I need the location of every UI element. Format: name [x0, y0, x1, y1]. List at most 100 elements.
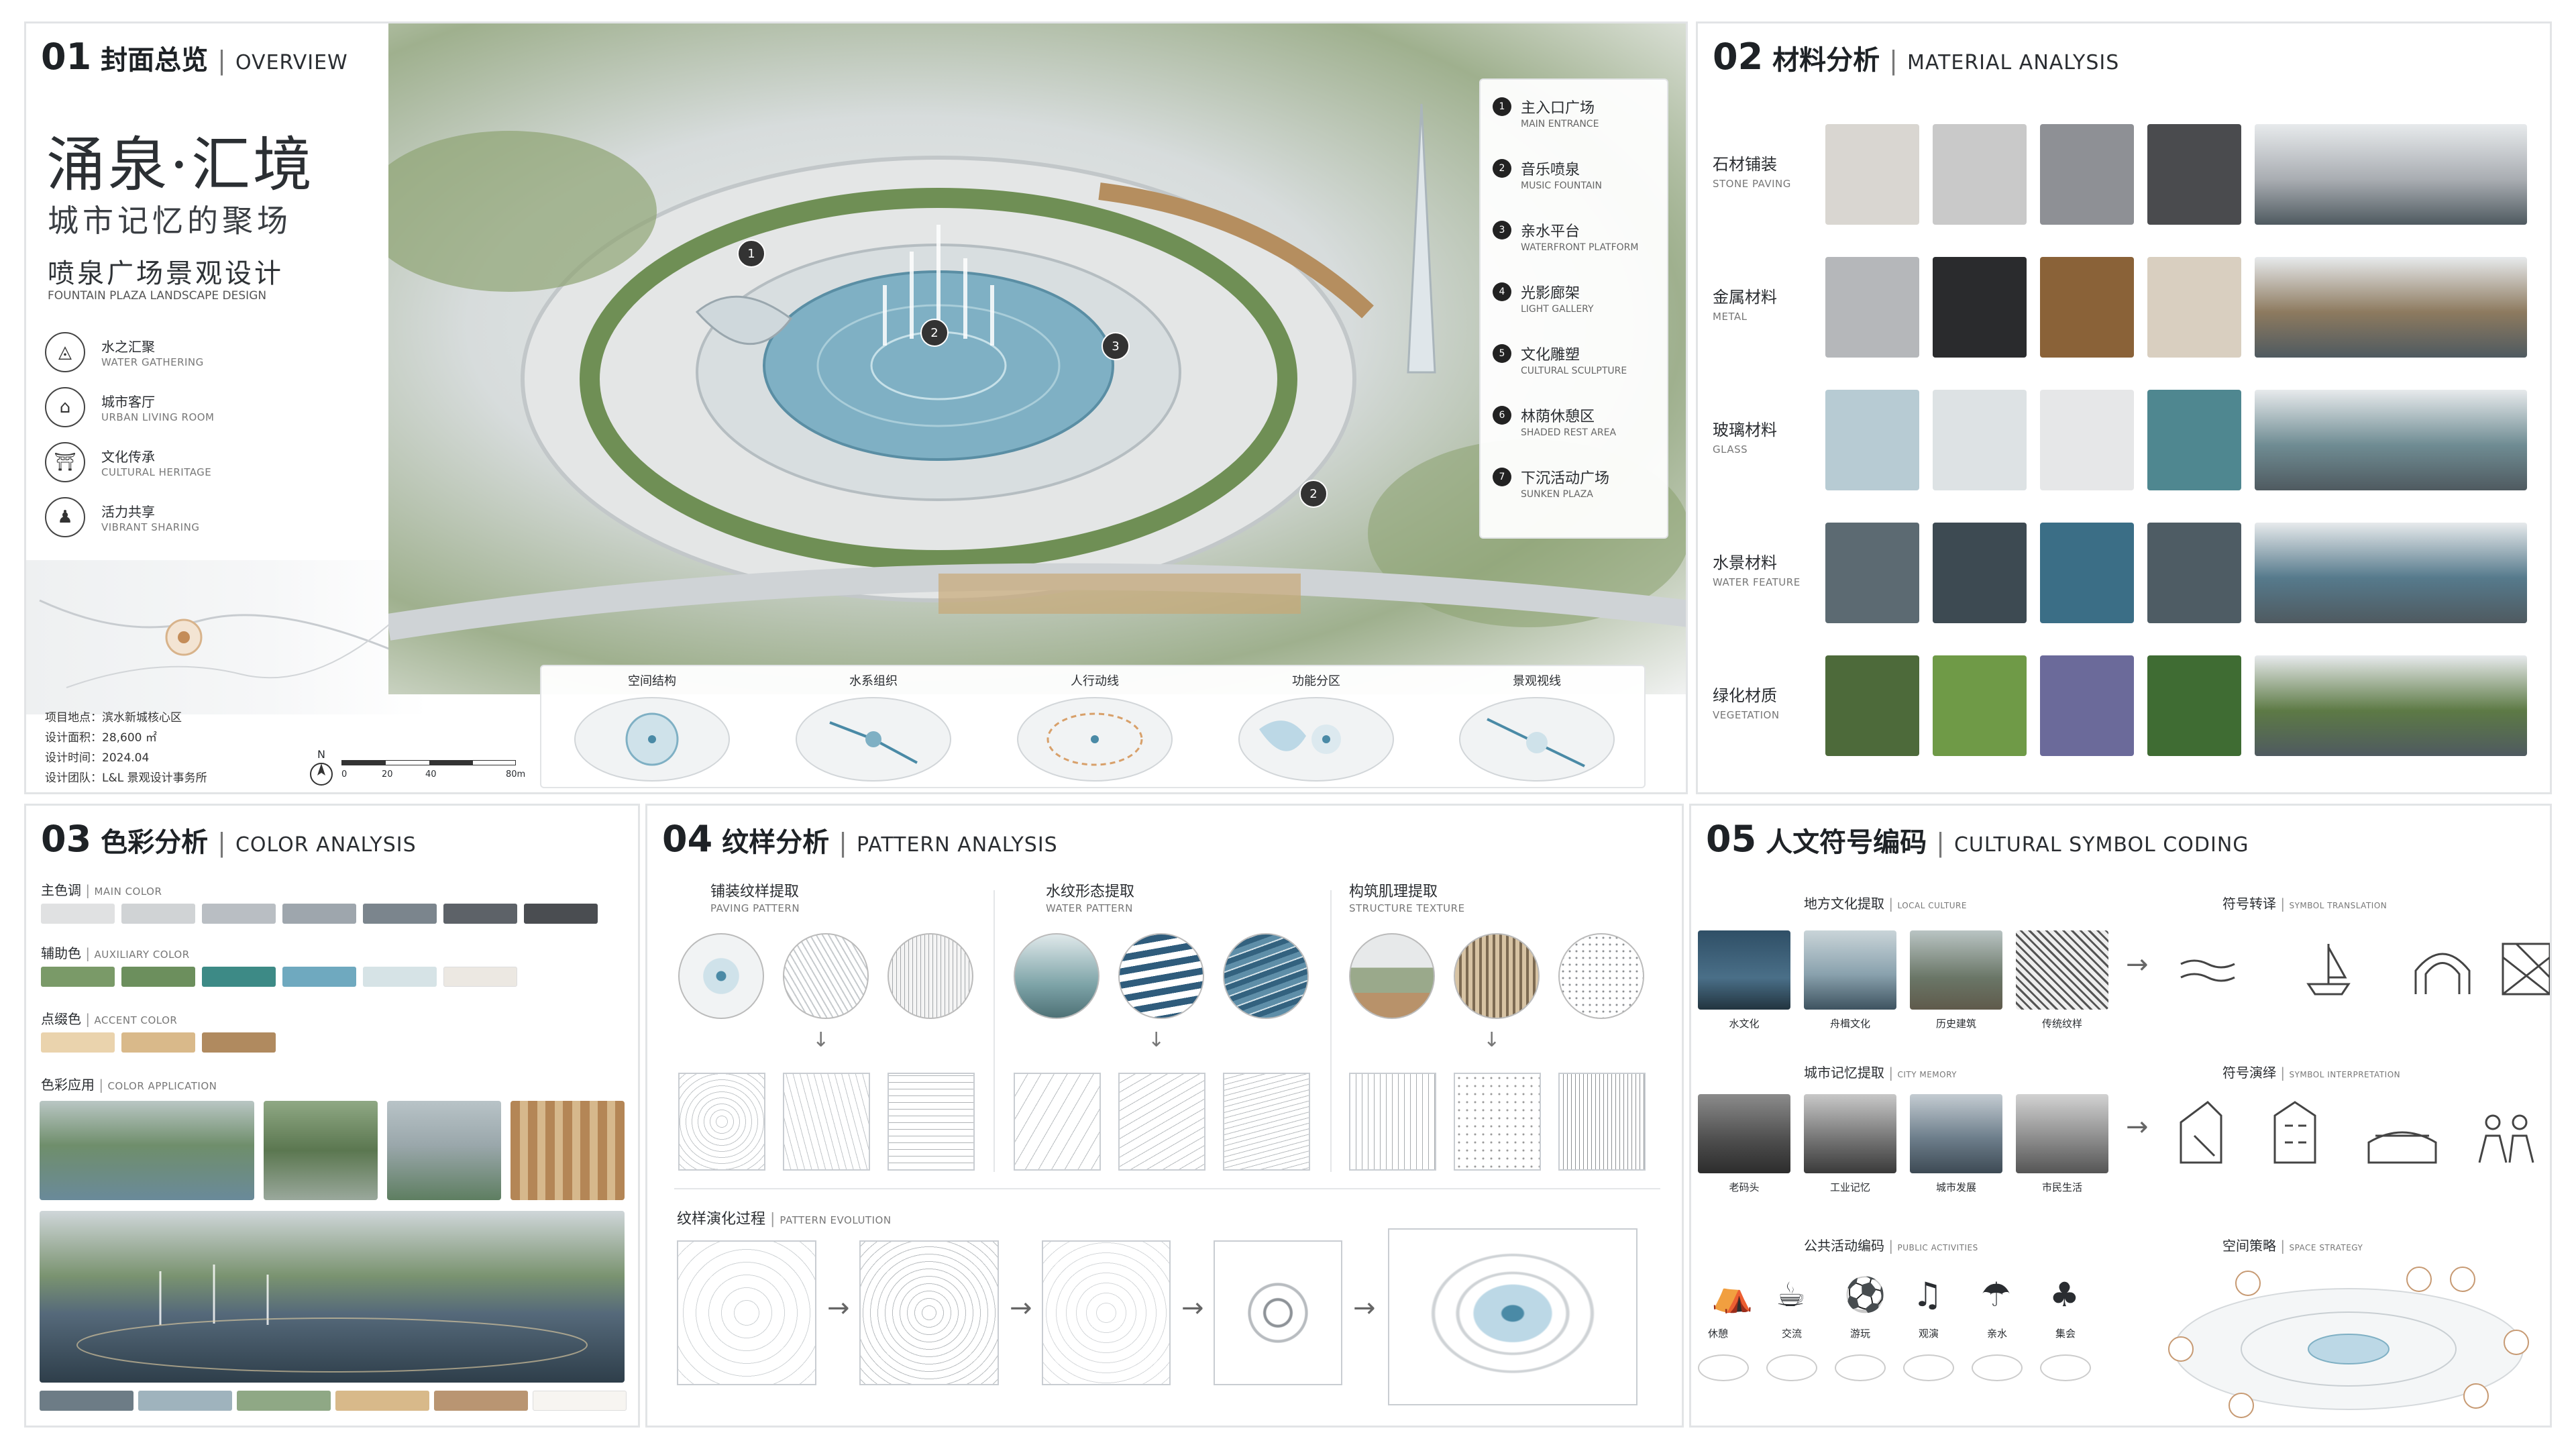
legend-label-en: SUNKEN PLAZA — [1521, 489, 1593, 500]
culture-photo — [1804, 930, 1896, 1010]
down-arrow-icon: ↓ — [1483, 1028, 1501, 1052]
material-label-en: METAL — [1713, 311, 1748, 323]
activity-item: ♫ 观演 — [1903, 1275, 1970, 1409]
pattern-circle — [678, 933, 764, 1019]
people-symbol-icon — [2485, 1114, 2501, 1130]
legend-box: 1 主入口广场 MAIN ENTRANCE 2 音乐喷泉 MUSIC FOUNT… — [1479, 78, 1668, 539]
activity-caption: 亲水 — [1986, 1328, 2007, 1340]
evolution-final — [1388, 1228, 1638, 1405]
activity-diagram — [1972, 1354, 2023, 1381]
material-swatch — [1933, 257, 2027, 358]
color-swatch — [121, 1032, 195, 1053]
color-swatch — [443, 967, 517, 987]
main-color-swatches — [41, 904, 618, 926]
concept-label-en: WATER GATHERING — [101, 356, 204, 368]
diagram-graphic — [796, 697, 951, 782]
material-swatch — [2147, 390, 2241, 490]
material-label: 玻璃材料 — [1713, 421, 1777, 439]
material-swatch — [1825, 523, 1919, 623]
diagram-item: 景观视线 — [1427, 666, 1647, 790]
legend-label: 主入口广场 — [1521, 100, 1595, 117]
evolution-en: PATTERN EVOLUTION — [780, 1214, 892, 1226]
activity-item: ♣ 集会 — [2040, 1275, 2107, 1409]
diagram-item: 功能分区 — [1205, 666, 1427, 790]
color-swatch — [41, 967, 115, 987]
material-photo — [2255, 655, 2527, 756]
memory-caption: 城市发展 — [1935, 1181, 1976, 1193]
section-title: 色彩分析 — [101, 827, 209, 858]
color-photo — [511, 1101, 625, 1200]
diagram-label: 人行动线 — [1071, 674, 1119, 688]
scale-tick: 80m — [506, 769, 526, 780]
activity-caption: 游玩 — [1849, 1328, 1870, 1340]
concept-label: 活力共享 — [101, 504, 155, 520]
legend-label: 林荫休憩区 — [1521, 409, 1595, 425]
pattern-circle — [1558, 933, 1644, 1019]
pattern-col-title: 构筑肌理提取 — [1349, 883, 1438, 900]
evolution-step — [677, 1240, 816, 1385]
main-color-label: 主色调 | MAIN COLOR — [41, 882, 162, 898]
section-title-en: OVERVIEW — [235, 51, 348, 74]
symbol-translation-icons — [2180, 943, 2550, 996]
pattern-circle — [1223, 933, 1309, 1019]
culture-photo — [1910, 930, 2002, 1010]
divider: | — [217, 828, 226, 857]
color-swatch — [121, 967, 195, 987]
space-strategy-en: SPACE STRATEGY — [2289, 1243, 2363, 1252]
section-number: 03 — [41, 818, 92, 860]
diagram-graphic — [574, 697, 730, 782]
evolution-step — [859, 1240, 999, 1385]
memory-caption: 工业记忆 — [1829, 1181, 1870, 1193]
material-swatch — [2040, 390, 2134, 490]
water-play-icon: ☂ — [1981, 1275, 2011, 1314]
pattern-circle — [888, 933, 973, 1019]
concept-item: ◬ 水之汇聚 WATER GATHERING — [45, 332, 300, 387]
material-label-en: STONE PAVING — [1713, 178, 1791, 190]
material-row: 绿化材质 VEGETATION — [1698, 655, 2550, 763]
info-date: 设计时间：2024.04 — [45, 751, 150, 765]
material-photo — [2255, 523, 2527, 623]
evolution-label: 纹样演化过程 | PATTERN EVOLUTION — [677, 1211, 892, 1228]
boat-symbol-icon — [2306, 944, 2351, 996]
panel-overview: 01 封面总览 | OVERVIEW 涌泉·汇境 城市记忆的聚场 喷泉广场景观设… — [24, 21, 1688, 794]
color-hero-photo — [40, 1211, 625, 1383]
material-swatch — [2040, 257, 2134, 358]
activity-diagram — [1835, 1354, 1886, 1381]
culture-caption: 水文化 — [1729, 1018, 1760, 1030]
legend-item: 4 光影廊架 LIGHT GALLERY — [1493, 280, 1655, 341]
symbol-interp-icons — [2180, 1101, 2534, 1164]
culture-caption: 舟楫文化 — [1829, 1018, 1870, 1030]
scale-tick: 20 — [382, 769, 393, 780]
accent-color-cn: 点缀色 — [41, 1011, 81, 1027]
bottom-color-strip — [40, 1391, 627, 1413]
arrow-right-icon: → — [1181, 1293, 1204, 1324]
info-area: 设计面积：28,600 ㎡ — [45, 731, 157, 745]
material-photo — [2255, 257, 2527, 358]
activity-caption: 观演 — [1918, 1328, 1939, 1340]
color-swatch — [202, 967, 276, 987]
concept-label-en: VIBRANT SHARING — [101, 521, 200, 533]
material-swatch — [1933, 124, 2027, 225]
activity-item: ☂ 亲水 — [1972, 1275, 2039, 1409]
legend-number: 4 — [1493, 282, 1511, 301]
material-swatch — [1933, 523, 2027, 623]
diagram-label: 空间结构 — [628, 674, 676, 688]
diagram-graphic — [1459, 697, 1615, 782]
pattern-tile — [888, 1073, 975, 1171]
legend-number: 5 — [1493, 344, 1511, 363]
pattern-tile — [1349, 1073, 1436, 1171]
legend-label-en: WATERFRONT PLATFORM — [1521, 242, 1639, 253]
memory-caption: 老码头 — [1729, 1181, 1760, 1193]
activity-item: ⛺ 休憩 — [1698, 1275, 1765, 1409]
color-app-en: COLOR APPLICATION — [107, 1080, 217, 1092]
material-swatch — [1933, 655, 2027, 756]
cultural-header: 05 人文符号编码 | CULTURAL SYMBOL CODING — [1706, 818, 2249, 860]
gathering-icon: ♣ — [2049, 1275, 2080, 1314]
pattern-tile — [1558, 1073, 1646, 1171]
material-swatch — [1825, 124, 1919, 225]
activity-item: ☕ 交流 — [1766, 1275, 1833, 1409]
scale-bar-graphic — [341, 760, 516, 765]
pattern-tile — [1454, 1073, 1541, 1171]
color-photo — [387, 1101, 501, 1200]
panel-cultural: 05 人文符号编码 | CULTURAL SYMBOL CODING 地方文化提… — [1689, 804, 2552, 1428]
